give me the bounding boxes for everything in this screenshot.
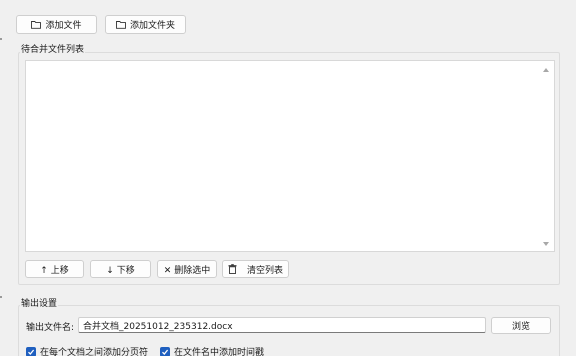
add-folder-label: 添加文件夹 bbox=[129, 21, 175, 31]
merge-docs-window: 添加文件 添加文件夹 待合并文件列表 ↑ 上移 ↓ 下移 ✕ 删除选中 清空列表… bbox=[0, 0, 576, 356]
folder-icon bbox=[31, 20, 42, 29]
add-file-label: 添加文件 bbox=[45, 21, 82, 31]
browse-label: 浏览 bbox=[511, 322, 530, 332]
output-filename-label: 输出文件名: bbox=[26, 323, 75, 333]
move-up-button[interactable]: ↑ 上移 bbox=[25, 260, 84, 278]
folder-icon bbox=[116, 20, 126, 29]
delete-selected-button[interactable]: ✕ 删除选中 bbox=[157, 260, 217, 278]
file-list-title: 待合并文件列表 bbox=[20, 42, 86, 55]
clear-list-button[interactable]: 清空列表 bbox=[222, 260, 289, 278]
output-filename-input[interactable]: 合并文档_20251012_235312.docx bbox=[78, 317, 486, 333]
move-down-button[interactable]: ↓ 下移 bbox=[90, 260, 151, 278]
move-up-label: ↑ 上移 bbox=[40, 265, 69, 276]
add-file-button[interactable]: 添加文件 bbox=[16, 15, 97, 34]
trash-icon bbox=[228, 264, 237, 274]
browse-button[interactable]: 浏览 bbox=[491, 317, 551, 334]
timestamp-label: 在文件名中添加时间戳 bbox=[174, 348, 265, 356]
move-down-label: ↓ 下移 bbox=[106, 265, 135, 276]
edge-mark bbox=[0, 296, 2, 298]
output-settings-title: 输出设置 bbox=[20, 296, 59, 309]
add-folder-button[interactable]: 添加文件夹 bbox=[105, 15, 186, 34]
page-break-label: 在每个文档之间添加分页符 bbox=[40, 348, 149, 356]
timestamp-checkbox[interactable] bbox=[160, 346, 170, 356]
page-break-checkbox[interactable] bbox=[26, 346, 36, 356]
delete-selected-label: ✕ 删除选中 bbox=[163, 265, 211, 276]
timestamp-option[interactable]: 在文件名中添加时间戳 bbox=[160, 345, 264, 356]
page-break-option[interactable]: 在每个文档之间添加分页符 bbox=[26, 345, 148, 356]
clear-list-label: 清空列表 bbox=[247, 265, 284, 276]
file-list[interactable] bbox=[25, 60, 555, 252]
edge-mark bbox=[0, 38, 2, 40]
scroll-up-arrow[interactable] bbox=[543, 68, 549, 72]
scroll-down-arrow[interactable] bbox=[543, 242, 549, 246]
